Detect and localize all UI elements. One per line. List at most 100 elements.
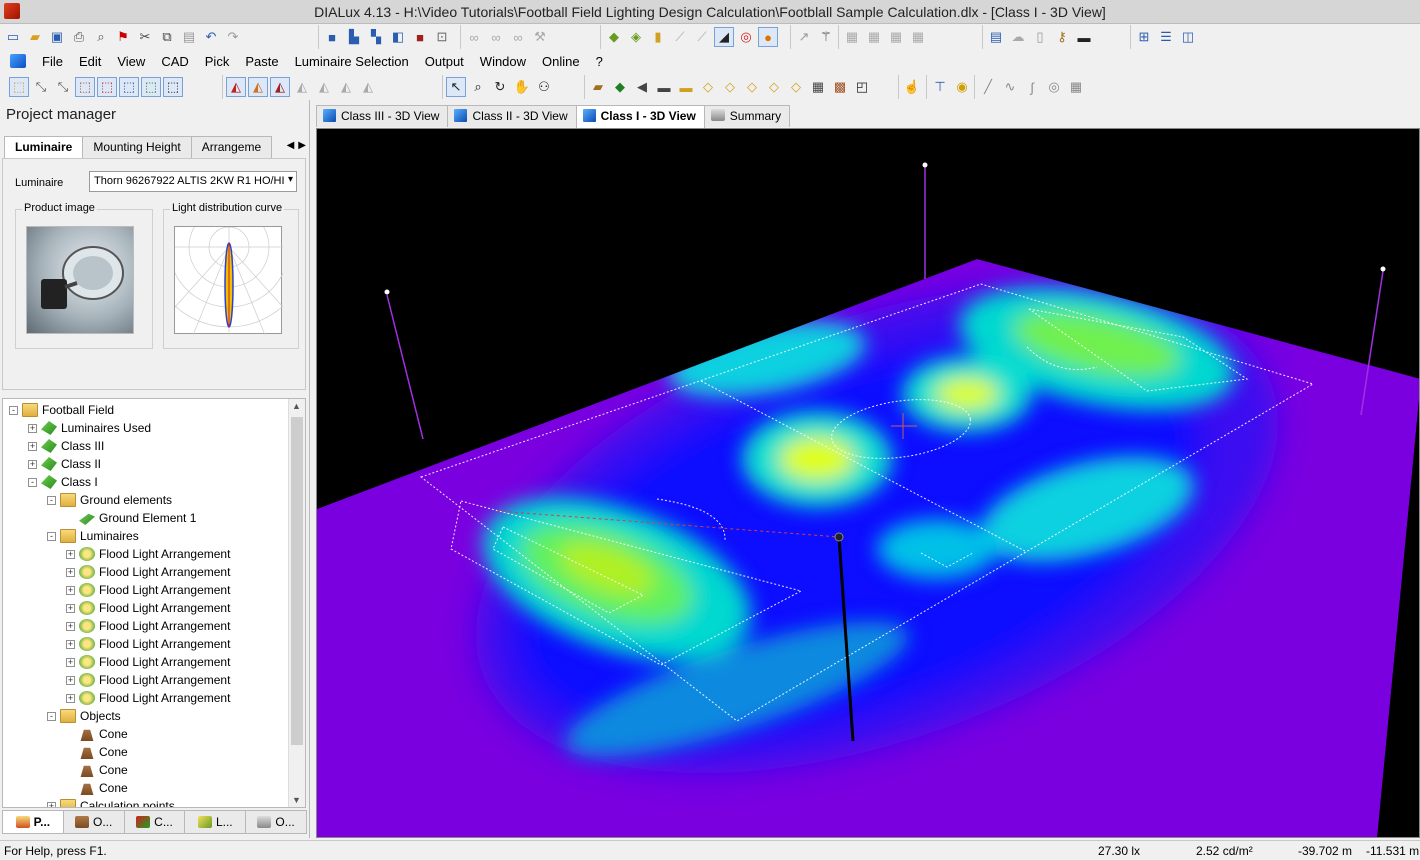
area3-icon[interactable]: ◇ [742,77,762,97]
luminaire-tool6-icon[interactable]: ◭ [336,77,356,97]
tree-item[interactable]: + Flood Light Arrangement [66,635,230,653]
pick-icon[interactable]: ⤡ [31,77,51,97]
expand-icon[interactable]: + [66,621,75,631]
cloud-icon[interactable]: ☁ [1008,27,1028,47]
tree-item[interactable]: + Flood Light Arrangement [66,689,230,707]
tab-scroll-right-icon[interactable]: ▶ [298,140,306,158]
expand-icon[interactable]: + [28,423,37,433]
menu-online[interactable]: Online [534,54,588,69]
key-icon[interactable]: ⚷ [1052,27,1072,47]
view-mode-icon[interactable]: ◢ [714,27,734,47]
pick2-icon[interactable]: ⤡ [53,77,73,97]
export-dxf-icon[interactable]: ▦ [908,27,928,47]
export3-icon[interactable]: ▦ [886,27,906,47]
tile-horizontal-icon[interactable]: ☰ [1156,27,1176,47]
polyline-icon[interactable]: ∿ [1000,77,1020,97]
menu-output[interactable]: Output [417,54,472,69]
area-icon[interactable]: ◇ [698,77,718,97]
falsecolor-icon[interactable]: ● [758,27,778,47]
chevron-down-icon[interactable]: ▾ [288,174,293,185]
side-view-icon[interactable]: ▚ [366,27,386,47]
texture-icon[interactable]: ▩ [830,77,850,97]
tree-item[interactable]: + Flood Light Arrangement [66,599,230,617]
grid-icon[interactable]: ▦ [808,77,828,97]
tree-item[interactable]: Cone [66,743,128,761]
tree-item[interactable]: + Flood Light Arrangement [66,671,230,689]
document-icon[interactable] [10,54,26,68]
luminaire-select[interactable]: Thorn 96267922 ALTIS 2KW R1 HO/HI ▾ [89,171,297,192]
expand-icon[interactable]: + [66,585,75,595]
pointer-icon[interactable]: ↖ [446,77,466,97]
tile-vertical-icon[interactable]: ◫ [1178,27,1198,47]
tree-item[interactable]: Cone [66,761,128,779]
tree-item[interactable]: + Flood Light Arrangement [66,653,230,671]
tab-class-i-3d-view[interactable]: Class I - 3D View [575,105,705,129]
tree-item[interactable]: + Class II [28,455,101,473]
tree-item[interactable]: - Class I [28,473,98,491]
tree-item[interactable]: + Class III [28,437,104,455]
insert3-icon[interactable]: ◀ [632,77,652,97]
tab-class-iii-3d-view[interactable]: Class III - 3D View [316,105,449,127]
tile-icon[interactable]: ⊞ [1134,27,1154,47]
line-icon[interactable]: ╱ [978,77,998,97]
tab-objects[interactable]: O... [62,810,125,834]
tab-arrangement[interactable]: Arrangeme [190,136,273,158]
tree-item[interactable]: - Luminaires [47,527,139,545]
calc5-icon[interactable]: ⟋ [692,27,712,47]
pick6-icon[interactable]: ⬚ [141,77,161,97]
tree-item[interactable]: - Ground elements [47,491,172,509]
redo-icon[interactable]: ↷ [223,27,243,47]
scroll-thumb[interactable] [291,417,303,745]
insert-icon[interactable]: ▰ [588,77,608,97]
pick4-icon[interactable]: ⬚ [97,77,117,97]
menu-cad[interactable]: CAD [153,54,196,69]
3d-viewport[interactable] [316,128,1420,838]
collapse-icon[interactable]: - [28,477,37,487]
menu-file[interactable]: File [34,54,71,69]
expand-icon[interactable]: + [28,441,37,451]
area5-icon[interactable]: ◇ [786,77,806,97]
calc-icon[interactable]: ◆ [604,27,624,47]
calc2-icon[interactable]: ◈ [626,27,646,47]
print-icon[interactable]: ⎙ [69,27,89,47]
zoom-icon[interactable]: ⌕ [468,77,488,97]
wand-icon[interactable]: ⚚ [816,27,836,47]
tree-item[interactable]: + Flood Light Arrangement [66,617,230,635]
measure-icon[interactable]: ↗ [794,27,814,47]
pick7-icon[interactable]: ⬚ [163,77,183,97]
new-file-icon[interactable]: ▭ [3,27,23,47]
target-icon[interactable]: ◎ [736,27,756,47]
cube-view-icon[interactable]: ■ [322,27,342,47]
menu-window[interactable]: Window [472,54,534,69]
tab-class-ii-3d-view[interactable]: Class II - 3D View [447,105,577,127]
insert2-icon[interactable]: ◆ [610,77,630,97]
expand-icon[interactable]: + [66,549,75,559]
front-view-icon[interactable]: ◧ [388,27,408,47]
copy-icon[interactable]: ⧉ [157,27,177,47]
render-icon[interactable]: ■ [410,27,430,47]
pan-icon[interactable]: ✋ [512,77,532,97]
tab-mounting-height[interactable]: Mounting Height [82,136,192,158]
hand-icon[interactable]: ☝ [902,77,922,97]
rotate-icon[interactable]: ↻ [490,77,510,97]
menu-view[interactable]: View [109,54,153,69]
collapse-icon[interactable]: - [47,495,56,505]
area2-icon[interactable]: ◇ [720,77,740,97]
paste-icon[interactable]: ▤ [179,27,199,47]
tree-item[interactable]: Cone [66,779,128,797]
expand-icon[interactable]: + [28,459,37,469]
tab-output[interactable]: O... [245,810,307,834]
expand-icon[interactable]: + [66,603,75,613]
cut-icon[interactable]: ✂ [135,27,155,47]
menu-pick[interactable]: Pick [197,54,238,69]
tree-item[interactable]: - Objects [47,707,121,725]
print-preview-icon[interactable]: ⌕ [91,27,111,47]
scroll-down-icon[interactable]: ▼ [292,795,301,805]
luminaire-tool7-icon[interactable]: ◭ [358,77,378,97]
export-dwg-icon[interactable]: ▦ [842,27,862,47]
expand-icon[interactable]: + [66,639,75,649]
tools-icon[interactable]: ⚒ [530,27,550,47]
link-icon[interactable]: ∞ [464,27,484,47]
film-icon[interactable]: ▬ [1074,27,1094,47]
luminaire-tool5-icon[interactable]: ◭ [314,77,334,97]
